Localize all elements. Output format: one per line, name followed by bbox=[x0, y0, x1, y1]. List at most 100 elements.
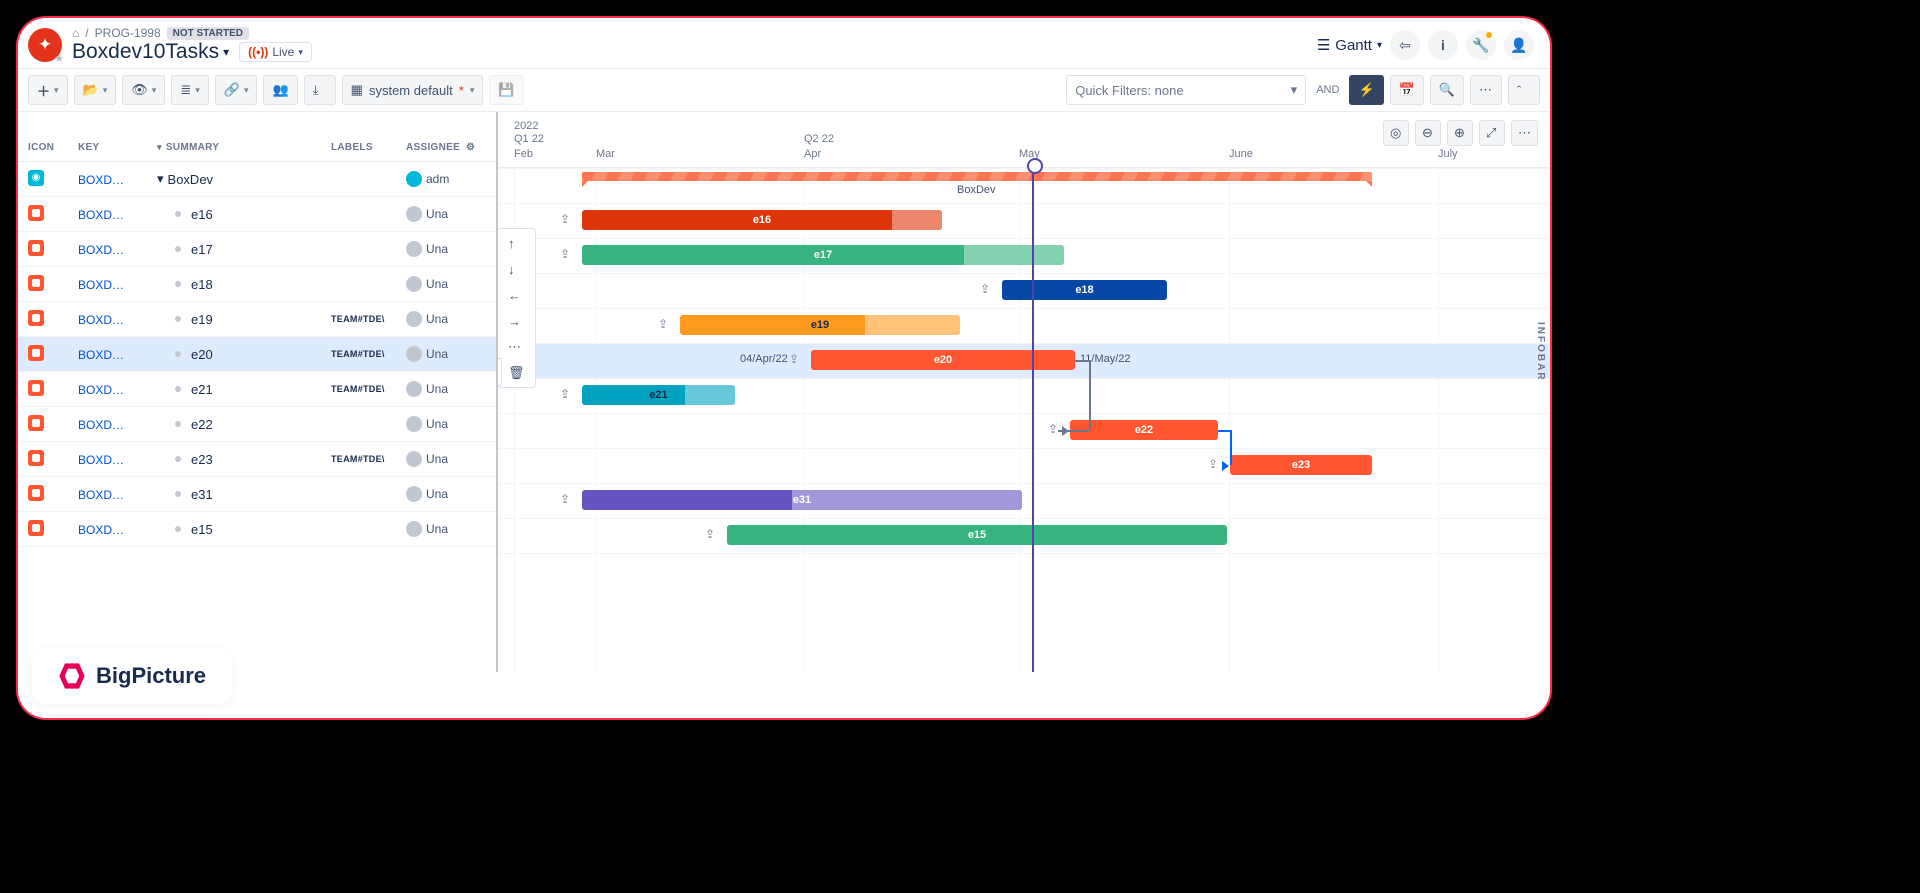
table-row[interactable]: BOXD…e23TEAM#TDE\Una bbox=[18, 442, 496, 477]
add-button[interactable]: ＋▾ bbox=[28, 75, 68, 105]
assignee-cell[interactable]: Una bbox=[406, 521, 466, 537]
gantt-bar-e21[interactable]: e21 bbox=[582, 385, 735, 405]
uplift-icon[interactable]: ⇪ bbox=[1208, 457, 1218, 471]
issue-key[interactable]: BOXD… bbox=[78, 418, 124, 432]
user-icon[interactable]: 👤 bbox=[1504, 30, 1534, 60]
layout-select[interactable]: ▦ system default*▾ bbox=[342, 75, 484, 105]
table-row[interactable]: BOXD…▾BoxDevadm bbox=[18, 162, 496, 197]
assignee-cell[interactable]: Una bbox=[406, 381, 466, 397]
center-today-button[interactable]: ◎ bbox=[1383, 120, 1409, 146]
issue-key[interactable]: BOXD… bbox=[78, 243, 124, 257]
nav-more-button[interactable]: ⋯ bbox=[500, 335, 533, 359]
gantt-bar-e19[interactable]: e19 bbox=[680, 315, 960, 335]
search-button[interactable]: 🔍 bbox=[1430, 75, 1464, 105]
issue-key[interactable]: BOXD… bbox=[78, 488, 124, 502]
gear-icon[interactable]: ⚙ bbox=[466, 142, 486, 153]
gantt-bar-e20[interactable]: e20 bbox=[811, 350, 1075, 370]
issue-key[interactable]: BOXD… bbox=[78, 313, 124, 327]
fit-button[interactable]: ⤢ bbox=[1479, 120, 1505, 146]
breadcrumb-project[interactable]: PROG-1998 bbox=[95, 26, 161, 40]
issue-key[interactable]: BOXD… bbox=[78, 173, 124, 187]
uplift-icon[interactable]: ⇪ bbox=[560, 387, 570, 401]
uplift-icon[interactable]: ⇪ bbox=[789, 352, 799, 366]
zoom-in-button[interactable]: ⊕ bbox=[1447, 120, 1473, 146]
link-button[interactable]: 🔗▾ bbox=[215, 75, 258, 105]
issue-key[interactable]: BOXD… bbox=[78, 383, 124, 397]
issue-key[interactable]: BOXD… bbox=[78, 453, 124, 467]
view-switcher[interactable]: ☰ Gantt▾ bbox=[1317, 36, 1382, 54]
assignee-cell[interactable]: Una bbox=[406, 276, 466, 292]
info-icon[interactable]: i bbox=[1428, 30, 1458, 60]
gantt-bar-e18[interactable]: e18 bbox=[1002, 280, 1167, 300]
wrench-icon[interactable]: 🔧 bbox=[1466, 30, 1496, 60]
nav-delete-button[interactable]: 🗑 bbox=[500, 361, 533, 385]
team-button[interactable]: 👥 bbox=[263, 75, 297, 105]
issue-type-icon bbox=[28, 520, 44, 536]
more-button[interactable]: ⋯ bbox=[1470, 75, 1502, 105]
assignee-cell[interactable]: Una bbox=[406, 241, 466, 257]
nav-left-button[interactable]: ← bbox=[500, 283, 533, 307]
infobar-tab[interactable]: INFOBAR bbox=[1531, 312, 1550, 392]
visibility-button[interactable]: 👁▾ bbox=[122, 75, 165, 105]
summary-text: e16 bbox=[191, 207, 213, 222]
gantt-bar-e31[interactable]: e31 bbox=[582, 490, 1022, 510]
bolt-button[interactable]: ⚡ bbox=[1349, 75, 1383, 105]
live-toggle[interactable]: ((•))Live▾ bbox=[239, 42, 312, 62]
nav-down-button[interactable]: ↓ bbox=[500, 257, 533, 281]
gantt-bar-e22[interactable]: e22 bbox=[1070, 420, 1218, 440]
assignee-cell[interactable]: Una bbox=[406, 451, 466, 467]
summary-text: e31 bbox=[191, 487, 213, 502]
assignee-cell[interactable]: Una bbox=[406, 416, 466, 432]
collapse-button[interactable]: ˆ bbox=[1508, 75, 1540, 105]
labels-cell: TEAM#TDE\ bbox=[331, 314, 406, 324]
timeline-more-button[interactable]: ⋯ bbox=[1511, 120, 1538, 146]
table-row[interactable]: BOXD…e15Una bbox=[18, 512, 496, 547]
group-button[interactable]: ≣▾ bbox=[171, 75, 208, 105]
zoom-out-button[interactable]: ⊖ bbox=[1415, 120, 1441, 146]
gantt-bar-e15[interactable]: e15 bbox=[727, 525, 1227, 545]
table-row[interactable]: BOXD… e17 Una bbox=[18, 232, 496, 267]
app-logo[interactable]: ✦ bbox=[28, 28, 62, 62]
export-button[interactable]: ⤓ bbox=[304, 75, 336, 105]
issue-key[interactable]: BOXD… bbox=[78, 348, 124, 362]
table-row[interactable]: BOXD…e18Una bbox=[18, 267, 496, 302]
assignee-cell[interactable]: adm bbox=[406, 171, 466, 187]
issue-key[interactable]: BOXD… bbox=[78, 278, 124, 292]
summary-text: e17 bbox=[191, 242, 213, 257]
uplift-icon[interactable]: ⇪ bbox=[560, 247, 570, 261]
table-row[interactable]: BOXD… e16 Una bbox=[18, 197, 496, 232]
gantt-bar-e23[interactable]: e23 bbox=[1230, 455, 1372, 475]
uplift-icon[interactable]: ⇪ bbox=[705, 527, 715, 541]
assignee-cell[interactable]: Una bbox=[406, 346, 466, 362]
table-row[interactable]: BOXD… e31 Una bbox=[18, 477, 496, 512]
share-icon[interactable]: ⇦ bbox=[1390, 30, 1420, 60]
gantt-parent-bar[interactable] bbox=[582, 172, 1372, 181]
assignee-cell[interactable]: Una bbox=[406, 206, 466, 222]
issue-key[interactable]: BOXD… bbox=[78, 523, 124, 537]
assignee-cell[interactable]: Una bbox=[406, 311, 466, 327]
home-icon[interactable]: ⌂ bbox=[72, 26, 79, 40]
uplift-icon[interactable]: ⇪ bbox=[980, 282, 990, 296]
nav-up-button[interactable]: ↑ bbox=[500, 231, 533, 255]
nav-right-button[interactable]: → bbox=[500, 309, 533, 333]
folder-button[interactable]: 📂▾ bbox=[74, 75, 117, 105]
gantt-bar-e17[interactable]: e17 bbox=[582, 245, 1064, 265]
calendar-button[interactable]: 📅 bbox=[1390, 75, 1424, 105]
uplift-icon[interactable]: ⇪ bbox=[658, 317, 668, 331]
assignee-cell[interactable]: Una bbox=[406, 486, 466, 502]
table-row[interactable]: BOXD…e22Una bbox=[18, 407, 496, 442]
brand-logo-icon bbox=[58, 662, 86, 690]
summary-text: e19 bbox=[191, 312, 213, 327]
chevron-down-icon[interactable]: ▾ bbox=[157, 171, 164, 187]
uplift-icon[interactable]: ⇪ bbox=[560, 212, 570, 226]
uplift-icon[interactable]: ⇪ bbox=[560, 492, 570, 506]
issue-key[interactable]: BOXD… bbox=[78, 208, 124, 222]
panel-collapse-button[interactable]: ‹ bbox=[498, 358, 502, 386]
quick-filters[interactable]: Quick Filters: none▾ bbox=[1066, 75, 1306, 105]
uplift-icon[interactable]: ⇪ bbox=[1048, 422, 1058, 436]
table-row[interactable]: BOXD…e20TEAM#TDE\Una bbox=[18, 337, 496, 372]
gantt-bar-e16[interactable]: e16 bbox=[582, 210, 942, 230]
table-row[interactable]: BOXD…e21TEAM#TDE\Una bbox=[18, 372, 496, 407]
page-title[interactable]: Boxdev10Tasks▾ bbox=[72, 40, 229, 64]
table-row[interactable]: BOXD… e19 TEAM#TDE\Una bbox=[18, 302, 496, 337]
